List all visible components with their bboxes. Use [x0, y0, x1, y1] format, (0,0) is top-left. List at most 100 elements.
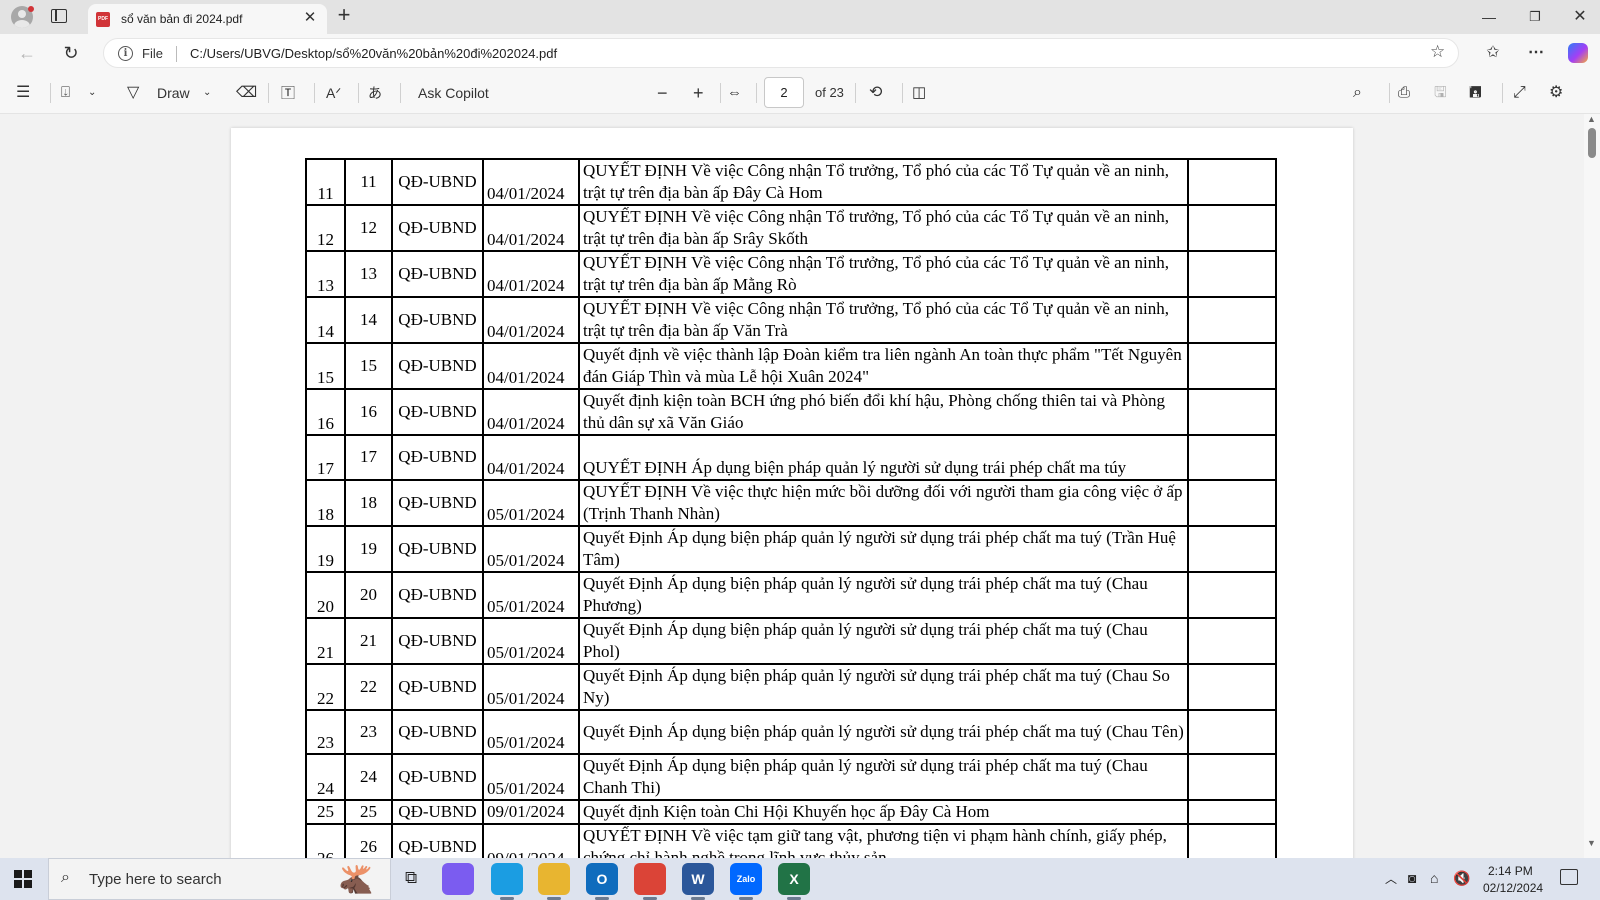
minimize-icon[interactable]: —: [1477, 5, 1501, 29]
contents-list-icon[interactable]: ☰: [16, 82, 30, 104]
copilot-icon[interactable]: [1568, 43, 1588, 63]
page-number-input[interactable]: 2: [764, 77, 804, 108]
document-number-cell: 16: [344, 388, 393, 436]
table-row: 25 25 QĐ-UBND 09/01/2024 Quyết định Kiện toà…: [305, 799, 1277, 826]
notifications-icon[interactable]: [1560, 869, 1578, 885]
ask-copilot-button[interactable]: Ask Copilot: [418, 82, 489, 104]
restore-icon[interactable]: ❐: [1523, 5, 1547, 29]
close-window-icon[interactable]: ✕: [1568, 5, 1592, 29]
note-cell: [1187, 799, 1277, 826]
zalo-app-icon[interactable]: Zalo: [730, 863, 762, 895]
pdf-viewer[interactable]: 11 11 QĐ-UBND 04/01/2024 QUYẾT ĐỊNH Về việc …: [0, 114, 1600, 858]
fit-to-width-icon[interactable]: ⇔: [727, 82, 742, 104]
chrome-app-icon[interactable]: [634, 863, 666, 895]
info-icon[interactable]: i: [118, 46, 133, 61]
vertical-scrollbar[interactable]: ▲ ▼: [1584, 114, 1600, 858]
tab-active-pdf[interactable]: PDF sổ văn bản đi 2024.pdf ✕: [88, 4, 327, 34]
document-summary-cell: Quyết Định Áp dụng biện pháp quản lý ngư…: [578, 524, 1189, 573]
url-divider: [176, 46, 177, 62]
translate-icon[interactable]: あ: [368, 82, 382, 104]
draw-dropdown-chevron-icon[interactable]: ⌄: [203, 82, 211, 104]
clock-time[interactable]: 2:14 PM: [1488, 864, 1533, 878]
document-summary-cell: Quyết Định Áp dụng biện pháp quản lý ngư…: [578, 570, 1189, 619]
save-icon[interactable]: 🖫: [1434, 82, 1447, 104]
windows-start-icon[interactable]: [14, 870, 32, 888]
copilot-app-icon[interactable]: [442, 863, 474, 895]
workspaces-icon[interactable]: [51, 9, 67, 23]
document-date-cell: 05/01/2024: [482, 708, 580, 756]
word-app-icon[interactable]: W: [682, 863, 714, 895]
taskbar-search-box[interactable]: ⌕ Type here to search 🫎: [48, 858, 391, 900]
document-date-cell: 04/01/2024: [482, 296, 580, 344]
document-symbol-cell: QĐ-UBND: [391, 478, 484, 527]
url-field[interactable]: i File C:/Users/UBVG/Desktop/sổ%20văn%20…: [103, 38, 1459, 68]
meet-now-icon[interactable]: ◙: [1408, 870, 1416, 886]
table-row: 19 19 QĐ-UBND 05/01/2024 Quyết Định Áp dụng …: [305, 524, 1277, 573]
row-index-cell: 17: [305, 434, 346, 481]
document-symbol-cell: QĐ-UBND: [391, 616, 484, 665]
table-row: 24 24 QĐ-UBND 05/01/2024 Quyết Định Áp dụng …: [305, 753, 1277, 802]
document-summary-cell: QUYẾT ĐỊNH Về việc tạm giữ tang vật, phư…: [578, 823, 1189, 858]
read-aloud-icon[interactable]: Aᐟ: [326, 82, 341, 104]
row-index-cell: 11: [305, 158, 346, 206]
draw-button[interactable]: Draw: [157, 82, 190, 104]
document-summary-cell: Quyết định Kiện toàn Chi Hội Khuyến học …: [578, 799, 1189, 826]
document-summary-cell: Quyết Định Áp dụng biện pháp quản lý ngư…: [578, 753, 1189, 802]
highlight-icon[interactable]: ⍗: [61, 82, 70, 104]
excel-app-icon[interactable]: X: [778, 863, 810, 895]
highlight-dropdown-chevron-icon[interactable]: ⌄: [88, 82, 96, 104]
show-hidden-icons-chevron-icon[interactable]: ︿: [1385, 870, 1397, 887]
document-summary-cell: QUYẾT ĐỊNH Về việc Công nhận Tổ trưởng, …: [578, 250, 1189, 298]
document-number-cell: 24: [344, 753, 393, 802]
settings-gear-icon[interactable]: ⚙: [1549, 82, 1563, 104]
more-menu-icon[interactable]: ⋯: [1523, 40, 1549, 66]
document-number-cell: 22: [344, 662, 393, 711]
document-date-cell: 05/01/2024: [482, 478, 580, 527]
text-box-icon[interactable]: 🅃: [281, 82, 295, 104]
table-row: 2626QĐ-UBND09/01/2024QUYẾT ĐỊNH Về việc …: [305, 823, 1277, 858]
page-view-icon[interactable]: ◫: [912, 82, 926, 104]
file-explorer-app-icon[interactable]: [538, 863, 570, 895]
draw-pen-icon[interactable]: ▽: [127, 82, 139, 104]
document-date-cell: 05/01/2024: [482, 753, 580, 802]
document-symbol-cell: QĐ-UBND: [391, 204, 484, 252]
eraser-icon[interactable]: ⌫: [236, 82, 257, 104]
document-summary-cell: QUYẾT ĐỊNH Áp dụng biện pháp quản lý ngư…: [578, 434, 1189, 481]
rotate-icon[interactable]: ⟲: [869, 82, 882, 104]
document-summary-cell: Quyết Định Áp dụng biện pháp quản lý ngư…: [578, 708, 1189, 756]
toolbar-divider: [756, 83, 757, 103]
document-number-cell: 21: [344, 616, 393, 665]
fullscreen-icon[interactable]: ⤢: [1513, 82, 1526, 104]
table-row: 16 16 QĐ-UBND 04/01/2024 Quyết định kiện toà…: [305, 388, 1277, 436]
toolbar-divider: [1502, 83, 1503, 103]
scrollbar-thumb[interactable]: [1588, 128, 1596, 158]
new-tab-button[interactable]: +: [332, 4, 356, 28]
document-number-cell: 13: [344, 250, 393, 298]
clock-date[interactable]: 02/12/2024: [1483, 881, 1543, 895]
zoom-out-icon[interactable]: −: [657, 82, 668, 104]
back-arrow-icon[interactable]: ←: [14, 40, 40, 66]
toolbar-divider: [358, 83, 359, 103]
scroll-up-arrow-icon[interactable]: ▲: [1587, 114, 1596, 124]
search-icon[interactable]: ⌕: [1353, 82, 1362, 104]
url-text[interactable]: C:/Users/UBVG/Desktop/sổ%20văn%20bản%20đ…: [190, 46, 557, 61]
windows-taskbar: ⌕ Type here to search 🫎 ⧉ O W Zalo X ︿ ◙ ⌂ …: [0, 858, 1600, 900]
save-as-icon[interactable]: 🖪: [1469, 82, 1482, 104]
note-cell: [1187, 478, 1277, 527]
task-view-icon[interactable]: ⧉: [405, 868, 417, 888]
table-row: 15 15 QĐ-UBND 04/01/2024 Quyết định về việc …: [305, 342, 1277, 390]
zoom-in-icon[interactable]: +: [693, 82, 704, 104]
network-icon[interactable]: ⌂: [1430, 870, 1438, 886]
tab-close-icon[interactable]: ✕: [301, 9, 319, 27]
row-index-cell: 12: [305, 204, 346, 252]
pdf-page: 11 11 QĐ-UBND 04/01/2024 QUYẾT ĐỊNH Về việc …: [231, 128, 1353, 858]
favorites-icon[interactable]: ✩: [1480, 40, 1506, 66]
refresh-icon[interactable]: ↻: [58, 40, 84, 66]
scroll-down-arrow-icon[interactable]: ▼: [1587, 838, 1596, 848]
print-icon[interactable]: ⎙: [1398, 82, 1410, 104]
outlook-app-icon[interactable]: O: [586, 863, 618, 895]
speaker-muted-icon[interactable]: 🔇: [1453, 870, 1470, 887]
edge-app-icon[interactable]: [491, 863, 523, 895]
document-summary-cell: QUYẾT ĐỊNH Về việc Công nhận Tổ trưởng, …: [578, 204, 1189, 252]
add-favorite-star-icon[interactable]: ☆: [1430, 42, 1445, 62]
